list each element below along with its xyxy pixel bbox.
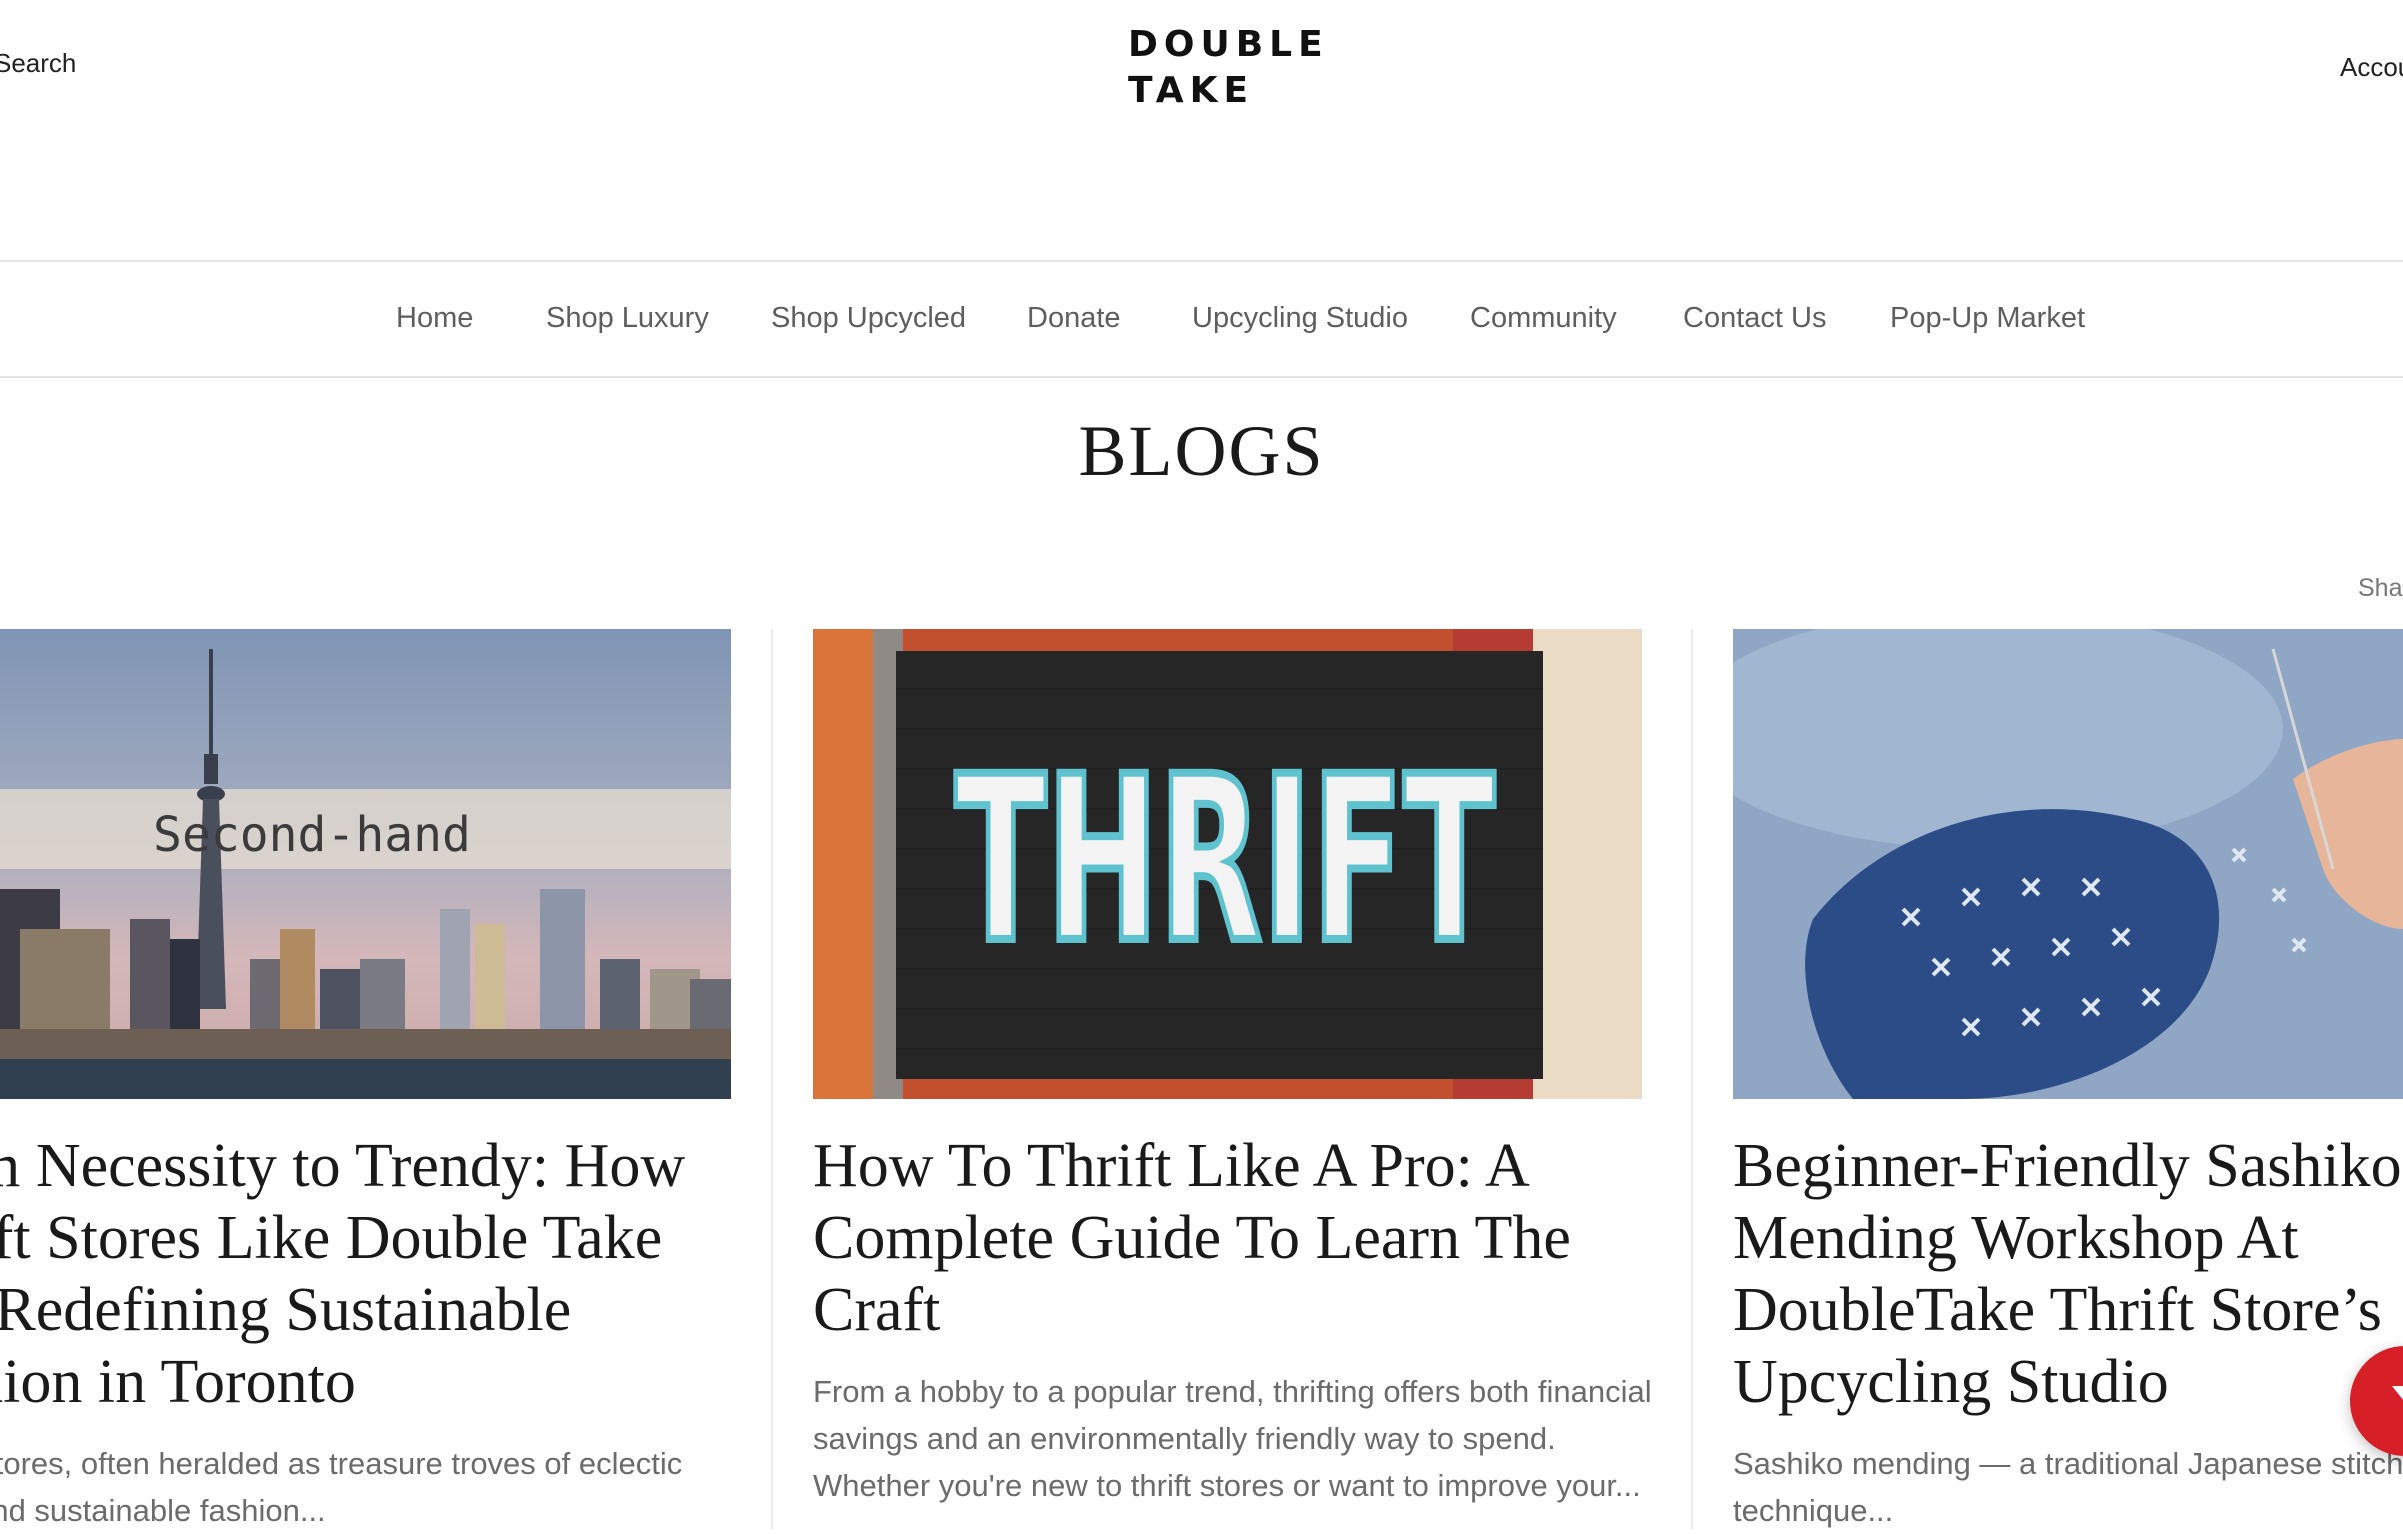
sashiko-denim-image [1733,629,2403,1099]
site-logo[interactable]: DOUBLE TAKE [1128,22,1329,114]
post-title-2[interactable]: How To Thrift Like A Pro: A Complete Gui… [813,1130,1642,1346]
chevron-down-icon [2392,1386,2403,1406]
main-nav: Home Shop Luxury Shop Upcycled Donate Up… [0,262,2403,378]
nav-item-donate[interactable]: Donate [1027,302,1121,335]
nav-item-community[interactable]: Community [1470,302,1617,335]
logo-line-1: DOUBLE [1128,24,1329,65]
post-image-sashiko[interactable] [1733,629,2403,1099]
card-divider-1 [771,629,773,1529]
nav-item-home[interactable]: Home [396,302,473,335]
post-excerpt-2: From a hobby to a popular trend, thrifti… [813,1374,1652,1503]
share-button[interactable]: Share [2358,574,2403,603]
post-image-toronto[interactable]: Second-hand [0,629,731,1099]
toronto-skyline-image: Second-hand [0,629,731,1099]
nav-item-pop-up-market[interactable]: Pop-Up Market [1890,302,2085,335]
nav-item-shop-upcycled[interactable]: Shop Upcycled [771,302,966,335]
nav-item-shop-luxury[interactable]: Shop Luxury [546,302,709,335]
card-divider-2 [1691,629,1693,1529]
post-title-1[interactable]: From Necessity to Trendy: How Thrift Sto… [0,1130,731,1418]
nav-divider [0,376,2403,378]
second-hand-image-text: Second-hand [153,807,471,863]
logo-line-2: TAKE [1128,70,1255,111]
account-link[interactable]: Account [2340,52,2403,83]
search-link[interactable]: Search [0,48,76,79]
post-excerpt-1: Thrift stores, often heralded as treasur… [0,1446,683,1528]
post-image-thrift[interactable]: THRIFT [813,629,1642,1099]
post-excerpt-3: Sashiko mending — a traditional Japanese… [1733,1446,2403,1528]
thrift-sign-image: THRIFT [813,629,1642,1099]
nav-item-contact-us[interactable]: Contact Us [1683,302,1826,335]
thrift-image-text: THRIFT [955,727,1495,993]
page-title: BLOGS [1078,411,1325,491]
post-title-3[interactable]: Beginner-Friendly Sashiko Mending Worksh… [1733,1130,2403,1418]
nav-item-upcycling-studio[interactable]: Upcycling Studio [1192,302,1408,335]
